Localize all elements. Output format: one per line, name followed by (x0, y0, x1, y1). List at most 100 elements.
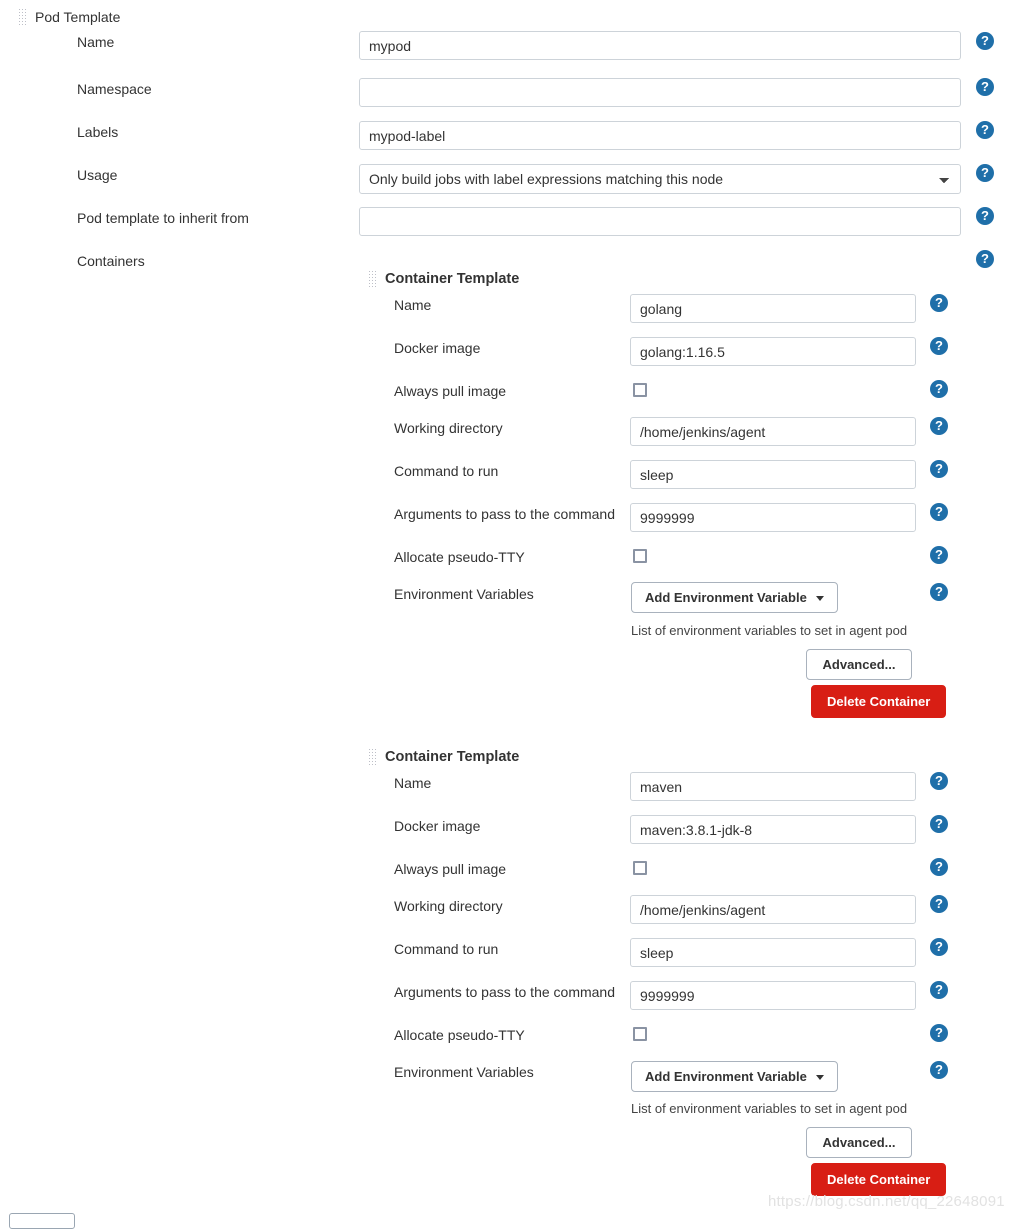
field-row-always-pull: Always pull image (394, 383, 506, 399)
field-row-command: Command to run (394, 463, 498, 479)
field-label: Always pull image (394, 861, 507, 877)
always-pull-image-checkbox[interactable] (633, 383, 647, 397)
help-icon[interactable]: ? (930, 294, 948, 312)
drag-handle-icon[interactable] (368, 270, 377, 288)
add-env-var-label: Add Environment Variable (645, 590, 807, 605)
field-row-working-dir: Working directory (394, 898, 503, 914)
help-icon[interactable]: ? (930, 981, 948, 999)
field-row-docker-image: Docker image (394, 818, 480, 834)
env-vars-hint: List of environment variables to set in … (631, 1101, 908, 1116)
container-template-title: Container Template (385, 749, 520, 765)
field-row-arguments: Arguments to pass to the command (394, 506, 615, 522)
field-row-container-name: Name (394, 297, 431, 313)
help-icon[interactable]: ? (930, 895, 948, 913)
help-icon[interactable]: ? (930, 460, 948, 478)
drag-handle-icon[interactable] (18, 8, 27, 26)
field-label: Environment Variables (394, 1064, 534, 1080)
field-label: Name (77, 34, 115, 50)
pod-name-input[interactable] (359, 31, 961, 60)
chevron-down-icon (816, 1075, 825, 1081)
help-icon[interactable]: ? (930, 546, 948, 564)
field-label: Command to run (394, 941, 499, 957)
field-row-container-name: Name (394, 775, 431, 791)
add-environment-variable-button[interactable]: Add Environment Variable (631, 582, 839, 613)
delete-container-button[interactable]: Delete Container (811, 685, 946, 718)
field-label: Containers (77, 253, 145, 269)
help-icon[interactable]: ? (930, 380, 948, 398)
help-icon[interactable]: ? (930, 1061, 948, 1079)
arguments-input[interactable] (630, 503, 916, 532)
docker-image-input[interactable] (630, 815, 916, 844)
command-to-run-input[interactable] (630, 460, 916, 489)
help-icon[interactable]: ? (930, 417, 948, 435)
field-label: Always pull image (394, 383, 507, 399)
command-to-run-input[interactable] (630, 938, 916, 967)
field-row-env-vars: Environment Variables (394, 1064, 534, 1080)
help-icon[interactable]: ? (930, 772, 948, 790)
field-row-always-pull: Always pull image (394, 861, 506, 877)
pod-template-title: Pod Template (35, 9, 121, 25)
help-icon[interactable]: ? (930, 858, 948, 876)
field-row-pod-usage: Usage (77, 167, 117, 183)
field-label: Usage (77, 167, 118, 183)
field-row-pseudo-tty: Allocate pseudo-TTY (394, 549, 525, 565)
field-label: Arguments to pass to the command (394, 506, 615, 522)
footer-button-stub[interactable] (9, 1213, 75, 1229)
field-row-pseudo-tty: Allocate pseudo-TTY (394, 1027, 525, 1043)
allocate-pseudo-tty-checkbox[interactable] (633, 1027, 647, 1041)
pod-usage-select[interactable]: Use this node as much as possibleOnly bu… (359, 164, 961, 194)
field-label: Pod template to inherit from (77, 210, 249, 226)
advanced-button[interactable]: Advanced... (806, 649, 912, 680)
docker-image-input[interactable] (630, 337, 916, 366)
field-row-containers: Containers (77, 253, 145, 269)
chevron-down-icon (816, 596, 825, 602)
field-label: Namespace (77, 81, 152, 97)
help-icon[interactable]: ? (930, 938, 948, 956)
advanced-button[interactable]: Advanced... (806, 1127, 912, 1158)
watermark-text: https://blog.csdn.net/qq_22648091 (768, 1193, 1005, 1210)
field-label: Labels (77, 124, 119, 140)
help-icon[interactable]: ? (976, 250, 994, 268)
container-name-input[interactable] (630, 772, 916, 801)
field-row-pod-name: Name (77, 34, 114, 50)
add-env-var-label: Add Environment Variable (645, 1069, 807, 1084)
field-label: Docker image (394, 818, 481, 834)
field-label: Arguments to pass to the command (394, 984, 615, 1000)
working-directory-input[interactable] (630, 895, 916, 924)
help-icon[interactable]: ? (930, 815, 948, 833)
pod-namespace-input[interactable] (359, 78, 961, 107)
field-row-pod-namespace: Namespace (77, 81, 152, 97)
help-icon[interactable]: ? (976, 164, 994, 182)
always-pull-image-checkbox[interactable] (633, 861, 647, 875)
help-icon[interactable]: ? (930, 1024, 948, 1042)
help-icon[interactable]: ? (976, 32, 994, 50)
drag-handle-icon[interactable] (368, 748, 377, 766)
allocate-pseudo-tty-checkbox[interactable] (633, 549, 647, 563)
help-icon[interactable]: ? (930, 503, 948, 521)
arguments-input[interactable] (630, 981, 916, 1010)
container-name-input[interactable] (630, 294, 916, 323)
field-label: Name (394, 775, 432, 791)
help-icon[interactable]: ? (976, 121, 994, 139)
container-template-header: Container Template (368, 270, 519, 288)
field-row-arguments: Arguments to pass to the command (394, 984, 615, 1000)
container-template-header: Container Template (368, 748, 519, 766)
delete-container-button[interactable]: Delete Container (811, 1163, 946, 1196)
working-directory-input[interactable] (630, 417, 916, 446)
field-row-pod-inherit: Pod template to inherit from (77, 210, 249, 226)
add-environment-variable-button[interactable]: Add Environment Variable (631, 1061, 839, 1092)
field-row-pod-labels: Labels (77, 124, 118, 140)
help-icon[interactable]: ? (930, 583, 948, 601)
field-label: Working directory (394, 420, 503, 436)
help-icon[interactable]: ? (976, 207, 994, 225)
pod-inherit-from-input[interactable] (359, 207, 961, 236)
help-icon[interactable]: ? (930, 337, 948, 355)
container-template-title: Container Template (385, 271, 520, 287)
field-label: Command to run (394, 463, 499, 479)
field-row-env-vars: Environment Variables (394, 586, 534, 602)
env-vars-hint: List of environment variables to set in … (631, 623, 908, 638)
help-icon[interactable]: ? (976, 78, 994, 96)
pod-labels-input[interactable] (359, 121, 961, 150)
field-row-docker-image: Docker image (394, 340, 480, 356)
field-label: Allocate pseudo-TTY (394, 549, 525, 565)
